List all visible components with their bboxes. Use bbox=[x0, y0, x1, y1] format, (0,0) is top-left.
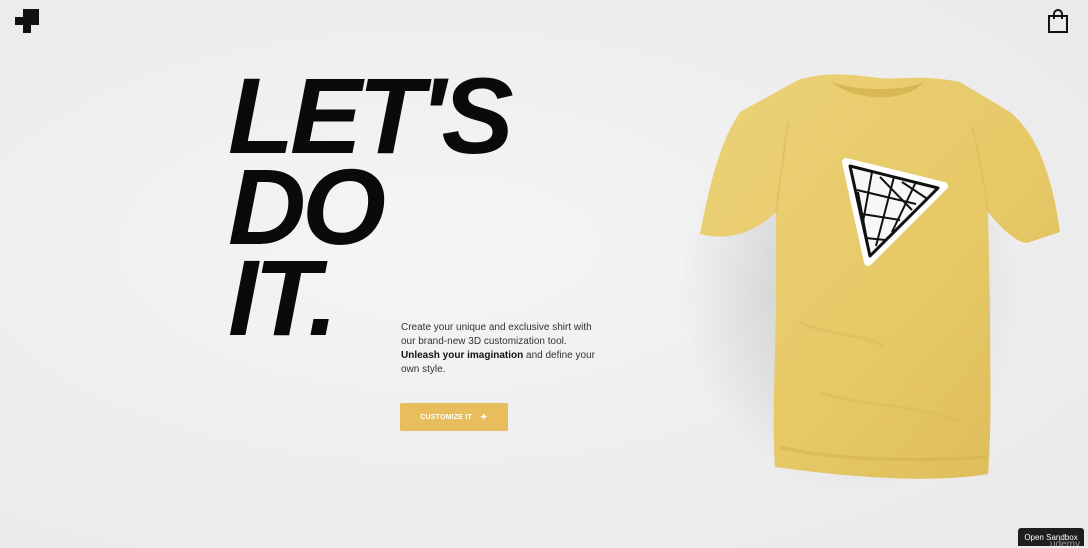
udemy-watermark: udemy bbox=[1049, 539, 1080, 548]
page: LET'S DO IT. Create your unique and excl… bbox=[0, 0, 1088, 548]
tshirt-3d-model[interactable] bbox=[680, 62, 1080, 502]
pixel-logo-icon[interactable] bbox=[15, 9, 39, 33]
description-bold: Unleash your imagination bbox=[401, 350, 524, 361]
customize-it-button[interactable]: CUSTOMIZE IT ✦ bbox=[400, 403, 508, 431]
customize-it-label: CUSTOMIZE IT bbox=[420, 413, 472, 421]
magic-wand-icon: ✦ bbox=[479, 411, 488, 422]
hero-description: Create your unique and exclusive shirt w… bbox=[401, 321, 601, 377]
shopping-bag-icon[interactable] bbox=[1047, 9, 1069, 33]
description-text-1: Create your unique and exclusive shirt w… bbox=[401, 322, 592, 347]
hero-headline: LET'S DO IT. bbox=[228, 62, 514, 352]
